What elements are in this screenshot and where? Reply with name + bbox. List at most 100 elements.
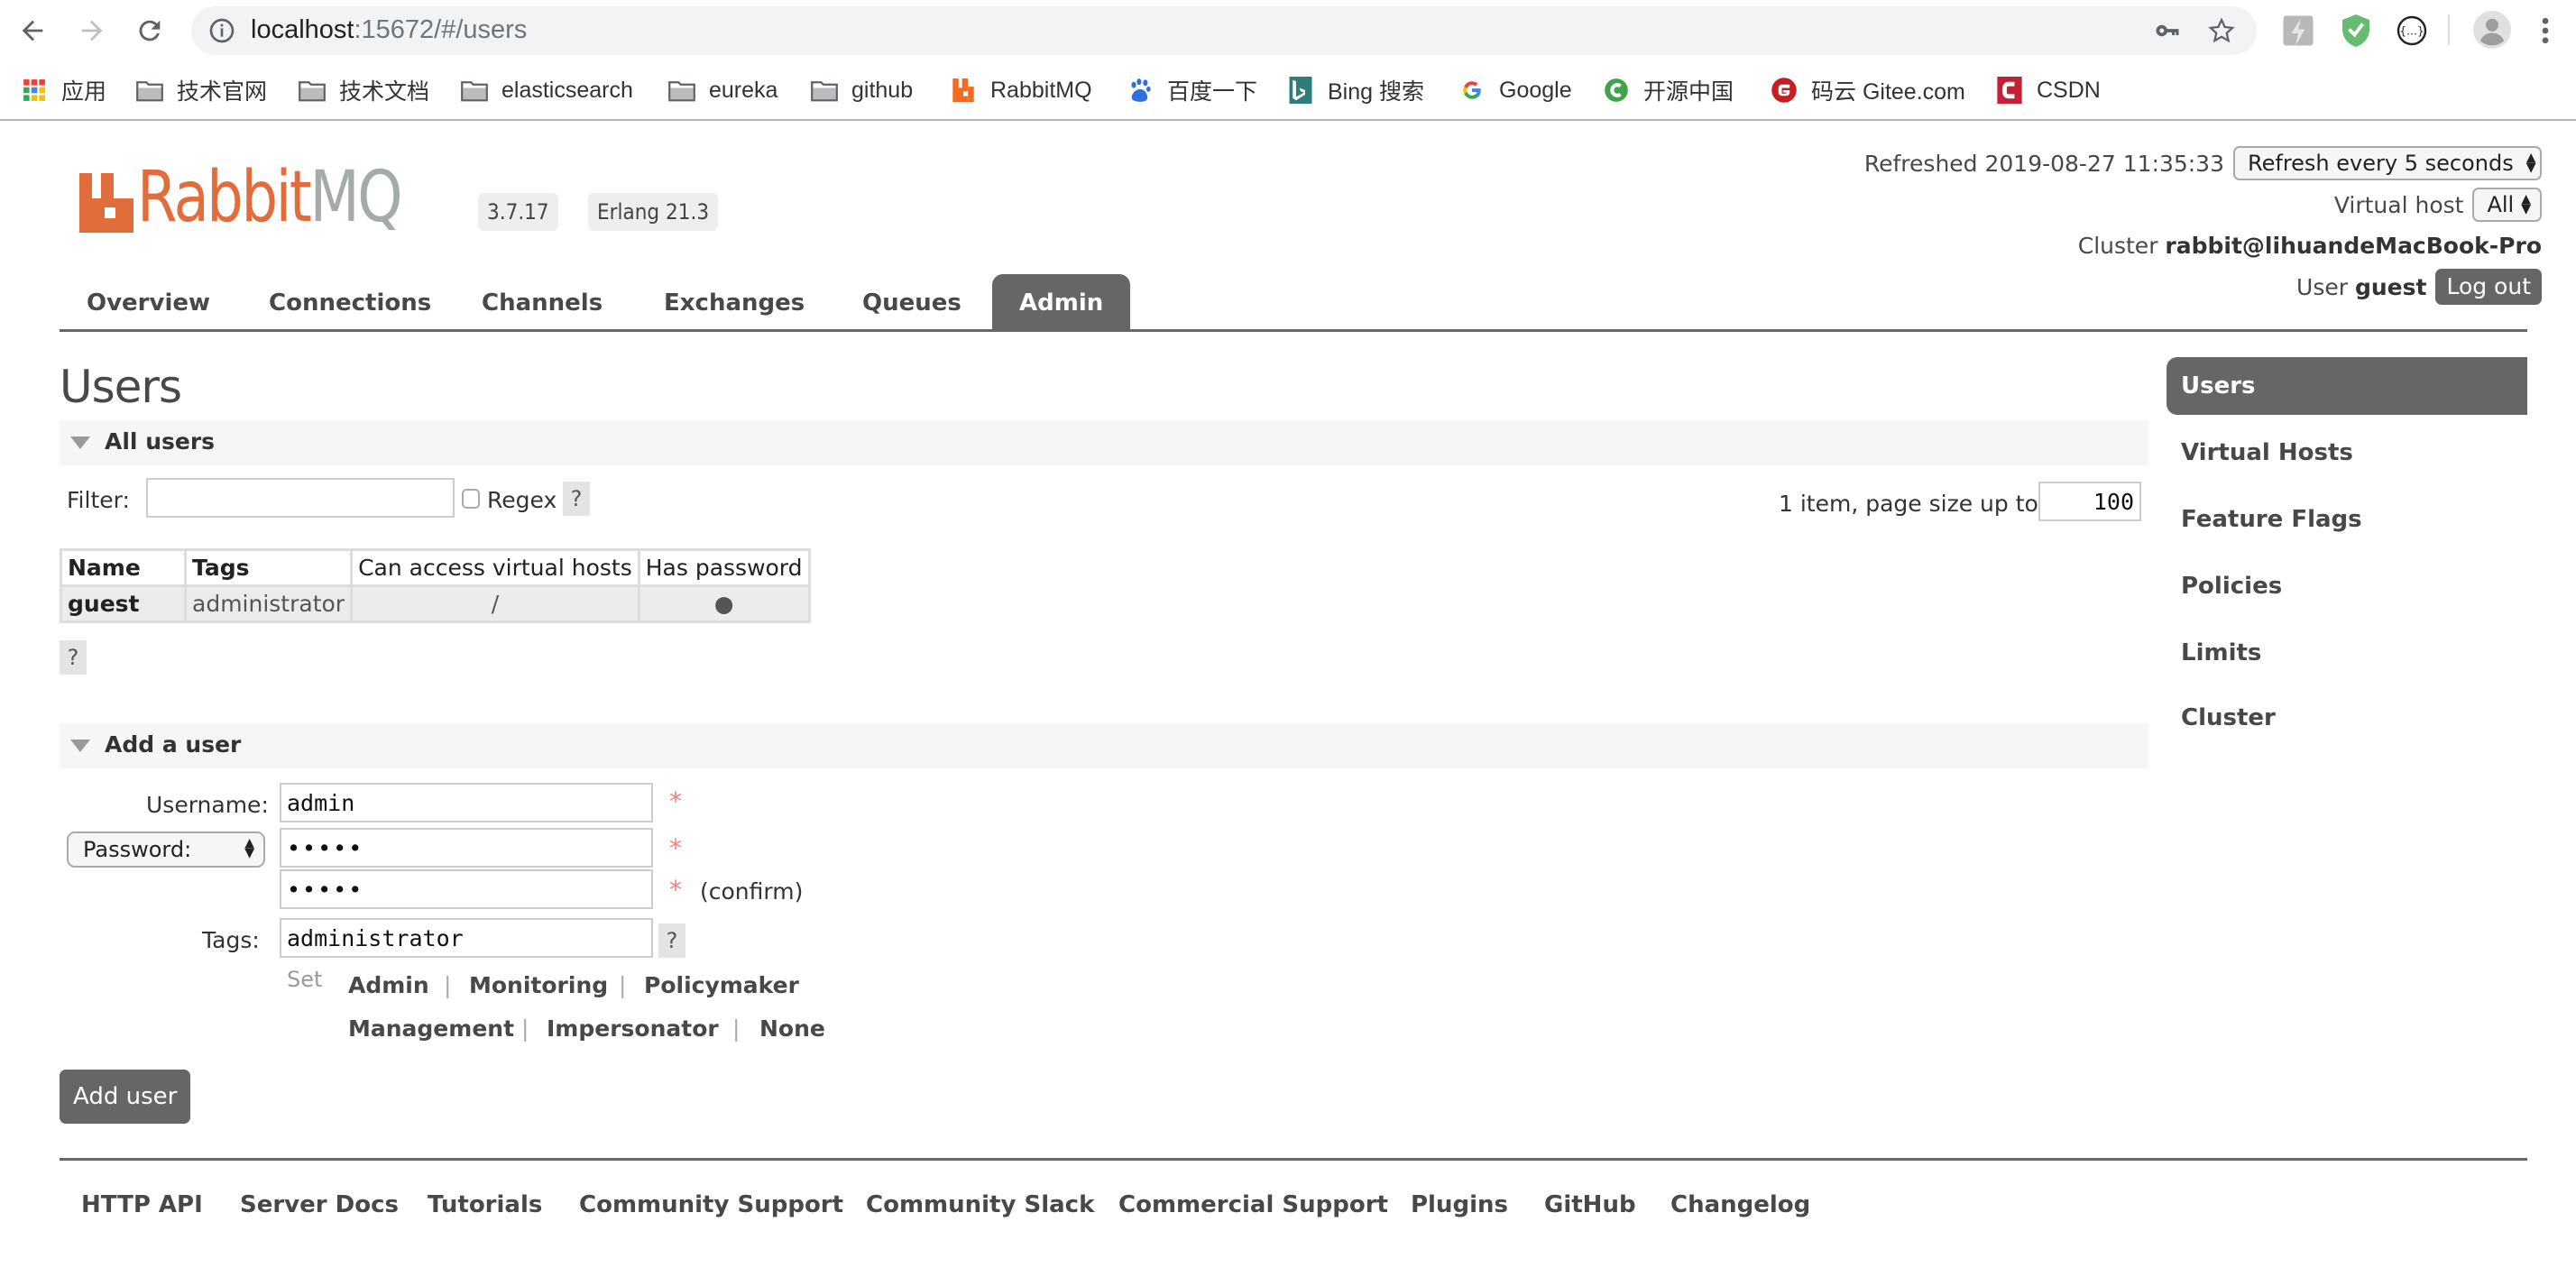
tab-overview[interactable]: Overview (60, 274, 237, 329)
svg-text:{…}: {…} (2399, 25, 2424, 38)
refreshed-timestamp: Refreshed 2019-08-27 11:35:33 (1863, 150, 2224, 177)
bookmark-folder[interactable]: 技术文档 (298, 72, 429, 108)
password-input[interactable] (280, 828, 653, 868)
regex-checkbox[interactable] (462, 489, 480, 509)
bookmark-apps[interactable]: 应用 (20, 72, 106, 108)
confirm-label: (confirm) (700, 878, 804, 905)
bookmark-baidu[interactable]: 百度一下 (1126, 72, 1257, 108)
regex-help-button[interactable]: ? (563, 482, 590, 516)
vhost-select[interactable]: All ▲ ▼ (2472, 188, 2542, 222)
sidebar-item-policies[interactable]: Policies (2167, 557, 2527, 615)
lightning-extension-icon[interactable] (2282, 13, 2314, 49)
required-marker: * (669, 875, 682, 905)
url-text[interactable]: localhost:15672/#/users (251, 15, 527, 45)
vhost-select-value: All (2487, 192, 2515, 217)
bookmark-csdn[interactable]: CSDN (1995, 72, 2101, 108)
footer-link-community-slack[interactable]: Community Slack (866, 1191, 1094, 1218)
footer-link-plugins[interactable]: Plugins (1411, 1191, 1508, 1218)
add-user-button[interactable]: Add user (60, 1070, 191, 1124)
page-size-input[interactable] (2038, 482, 2141, 521)
rabbitmq-logo[interactable]: RabbitMQ (79, 162, 458, 233)
filter-input[interactable] (146, 478, 455, 518)
footer-link-github[interactable]: GitHub (1544, 1191, 1636, 1218)
bookmark-folder[interactable]: github (810, 72, 913, 108)
tab-admin[interactable]: Admin (992, 274, 1131, 329)
reload-button[interactable] (130, 11, 170, 51)
tag-option-policymaker[interactable]: Policymaker (644, 972, 799, 998)
footer: HTTP API Server Docs Tutorials Community… (60, 1158, 2527, 1230)
footer-link-tutorials[interactable]: Tutorials (428, 1191, 542, 1218)
all-users-section-header[interactable]: All users (60, 420, 2148, 465)
bookmark-rabbitmq[interactable]: RabbitMQ (949, 72, 1092, 108)
separator: | (444, 972, 452, 998)
footer-link-changelog[interactable]: Changelog (1670, 1191, 1810, 1218)
tab-connections[interactable]: Connections (242, 274, 458, 329)
sidebar-item-virtual-hosts[interactable]: Virtual Hosts (2167, 424, 2527, 482)
profile-avatar-icon[interactable] (2473, 11, 2511, 49)
column-header-has-password[interactable]: Has password (637, 548, 811, 587)
bookmark-label: eureka (709, 77, 778, 103)
menu-kebab-icon[interactable] (2536, 13, 2554, 49)
cluster-label: Cluster (2077, 233, 2158, 259)
user-name-cell[interactable]: guest (60, 584, 187, 623)
bookmark-oschina[interactable]: 开源中国 (1602, 72, 1734, 108)
address-bar[interactable]: localhost:15672/#/users (191, 6, 2257, 55)
bookmark-folder[interactable]: elasticsearch (460, 72, 633, 108)
sidebar-item-feature-flags[interactable]: Feature Flags (2167, 491, 2527, 548)
main-nav-tabs: Overview Connections Channels Exchanges … (60, 274, 2527, 332)
tag-option-none[interactable]: None (759, 1015, 825, 1042)
tag-option-management[interactable]: Management (348, 1015, 514, 1042)
back-button[interactable] (13, 11, 52, 51)
table-row[interactable]: guest administrator / ● (60, 584, 811, 623)
folder-icon (810, 76, 839, 105)
password-type-select[interactable]: Password: ▲ ▼ (67, 831, 265, 868)
bookmark-folder[interactable]: 技术官网 (135, 72, 267, 108)
bookmark-label: 开源中国 (1643, 79, 1734, 105)
adguard-shield-icon[interactable] (2340, 13, 2372, 49)
bookmark-gitee[interactable]: 码云 Gitee.com (1770, 72, 1965, 108)
tag-option-monitoring[interactable]: Monitoring (469, 972, 608, 998)
column-header-tags[interactable]: Tags (183, 548, 354, 587)
star-icon[interactable] (2208, 17, 2235, 44)
refresh-interval-select[interactable]: Refresh every 5 seconds ▲ ▼ (2233, 146, 2542, 180)
footer-link-commercial-support[interactable]: Commercial Support (1118, 1191, 1388, 1218)
bookmark-folder[interactable]: eureka (667, 72, 777, 108)
select-arrows-icon: ▲ ▼ (2521, 192, 2531, 216)
key-icon[interactable] (2154, 17, 2181, 44)
tag-option-admin[interactable]: Admin (348, 972, 429, 998)
tags-input[interactable] (280, 918, 653, 958)
sidebar-item-users[interactable]: Users (2167, 357, 2527, 415)
tag-option-impersonator[interactable]: Impersonator (547, 1015, 719, 1042)
bookmark-label: github (851, 77, 914, 103)
collapse-triangle-icon (70, 436, 90, 449)
column-header-name[interactable]: Name (60, 548, 187, 587)
browser-toolbar: localhost:15672/#/users {…} (0, 0, 2576, 61)
username-input[interactable] (280, 783, 653, 822)
info-icon[interactable] (207, 16, 236, 45)
forward-button[interactable] (72, 11, 112, 51)
users-table-help-button[interactable]: ? (60, 640, 87, 675)
url-path: :15672/#/users (354, 15, 528, 44)
toolbar-separator (2448, 14, 2450, 45)
tab-exchanges[interactable]: Exchanges (637, 274, 832, 329)
json-viewer-icon[interactable]: {…} (2396, 13, 2428, 49)
user-vhosts-cell: / (350, 584, 640, 623)
add-user-section-header[interactable]: Add a user (60, 723, 2148, 768)
required-marker: * (669, 786, 682, 816)
column-header-vhosts[interactable]: Can access virtual hosts (350, 548, 640, 587)
footer-link-server-docs[interactable]: Server Docs (240, 1191, 399, 1218)
footer-link-http-api[interactable]: HTTP API (81, 1191, 203, 1218)
collapse-triangle-icon (70, 740, 90, 752)
rabbitmq-logo-icon (79, 173, 133, 233)
bookmark-google[interactable]: Google (1458, 72, 1572, 108)
tab-channels[interactable]: Channels (455, 274, 630, 329)
sidebar-item-limits[interactable]: Limits (2167, 624, 2527, 682)
vhost-row: Virtual host All ▲ ▼ (2334, 188, 2542, 222)
password-confirm-input[interactable] (280, 869, 653, 909)
tags-help-button[interactable]: ? (658, 923, 685, 958)
sidebar-item-cluster[interactable]: Cluster (2167, 689, 2527, 747)
tab-queues[interactable]: Queues (835, 274, 989, 329)
footer-link-community-support[interactable]: Community Support (579, 1191, 843, 1218)
oschina-icon (1602, 76, 1631, 105)
bookmark-bing[interactable]: Bing 搜索 (1286, 72, 1424, 108)
